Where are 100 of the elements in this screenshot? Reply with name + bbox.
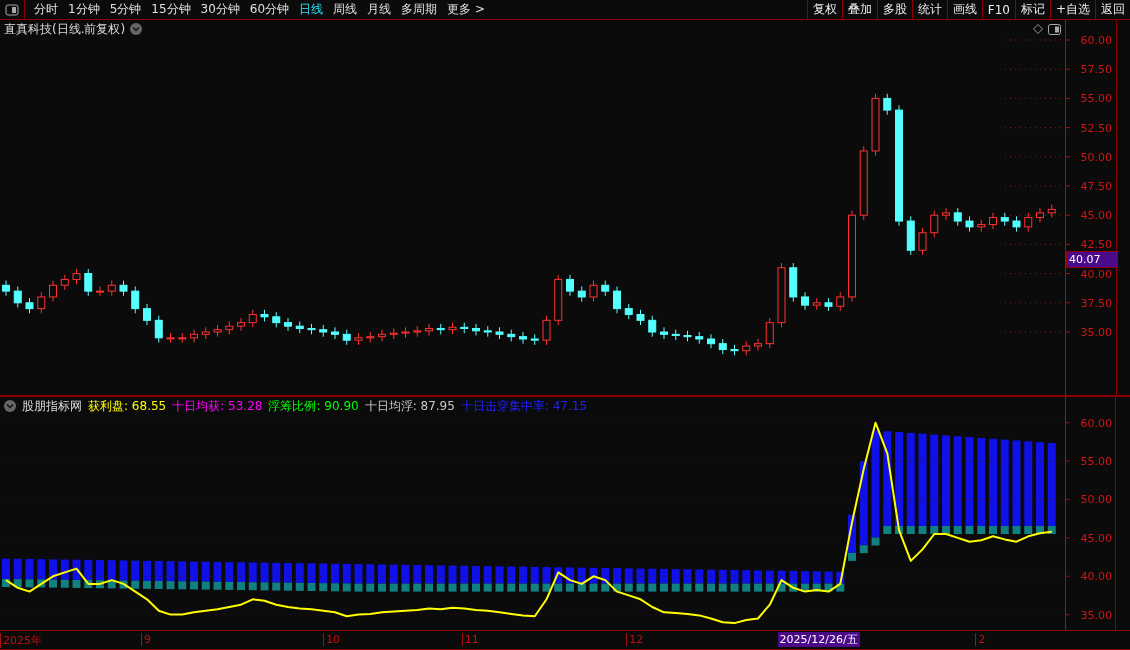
candlestick xyxy=(718,338,727,355)
period-tab[interactable]: 60分钟 xyxy=(244,1,295,18)
candlestick xyxy=(284,317,292,332)
toolbar-button[interactable]: 多股 xyxy=(876,0,912,19)
axis-label: 55.00 xyxy=(1080,92,1112,106)
candlestick xyxy=(472,323,480,336)
candlestick xyxy=(378,329,386,342)
candlestick xyxy=(671,329,680,341)
toolbar-button[interactable]: F10 xyxy=(981,0,1015,19)
candlestick xyxy=(624,303,633,320)
candlestick xyxy=(190,329,198,343)
candlestick xyxy=(72,268,81,285)
candlestick xyxy=(1000,212,1009,227)
toolbar-button[interactable]: 统计 xyxy=(911,0,947,19)
axis-label: 57.50 xyxy=(1080,63,1112,77)
period-tab[interactable]: 30分钟 xyxy=(195,1,245,18)
candlestick xyxy=(613,285,621,314)
axis-label: 47.50 xyxy=(1080,180,1112,193)
candlestick xyxy=(883,93,892,116)
axis-label: 40.00 xyxy=(1080,267,1112,281)
period-tab[interactable]: 月线 xyxy=(362,1,397,18)
candlestick xyxy=(871,93,880,157)
diamond-icon[interactable] xyxy=(1033,24,1043,34)
legend-value: 十日均获: 53.28 xyxy=(172,397,263,415)
dropdown-icon[interactable] xyxy=(4,400,16,412)
period-tab[interactable]: 多周期 xyxy=(396,1,443,18)
chart-title: 直真科技(日线.前复权) xyxy=(4,20,126,38)
candlestick xyxy=(389,328,398,340)
candlestick xyxy=(425,323,433,336)
toolbar-button[interactable]: 叠加 xyxy=(841,0,877,19)
candlestick xyxy=(742,340,751,356)
candlestick xyxy=(566,274,574,297)
axis-label: 50.00 xyxy=(1080,150,1112,164)
period-tab[interactable]: 周线 xyxy=(328,1,363,18)
period-tab[interactable]: 日线 xyxy=(294,1,329,18)
period-tab[interactable]: 1分钟 xyxy=(63,1,105,18)
legend-value: 获利盘: 68.55 xyxy=(88,397,167,415)
candlestick xyxy=(942,207,950,221)
axis-label: 50.00 xyxy=(1080,493,1112,507)
candlestick xyxy=(965,215,974,233)
period-tab[interactable]: 更多 > xyxy=(442,1,490,18)
axis-label: 60.00 xyxy=(1080,416,1112,430)
candlestick xyxy=(707,333,715,349)
toolbar-button[interactable]: 复权 xyxy=(806,0,842,19)
panel-toggle-icon[interactable] xyxy=(5,3,19,16)
toolbar-button[interactable]: 标记 xyxy=(1014,0,1050,19)
candlestick xyxy=(13,285,22,308)
date-label: 2025年 xyxy=(0,633,42,648)
candlestick xyxy=(413,325,422,338)
date-label: 9 xyxy=(141,633,151,646)
candlestick xyxy=(225,321,234,335)
candlestick xyxy=(812,297,821,311)
date-label: 2 xyxy=(975,633,986,646)
candlestick xyxy=(554,274,563,326)
candlestick xyxy=(918,227,927,256)
candlestick xyxy=(460,322,469,334)
candlestick xyxy=(695,331,704,345)
toolbar-button[interactable]: 返回 xyxy=(1095,0,1130,19)
candlestick xyxy=(777,262,786,328)
candlestick xyxy=(49,280,57,303)
axis-label: 35.00 xyxy=(1080,608,1112,622)
candlestick xyxy=(237,317,245,332)
cursor-date: 2025/12/26/五 xyxy=(777,632,860,647)
candlestick xyxy=(119,280,128,297)
axis-label: 52.50 xyxy=(1080,121,1112,135)
candlestick xyxy=(260,309,269,322)
candlestick xyxy=(765,317,774,349)
toolbar-button[interactable]: +自选 xyxy=(1049,0,1095,19)
period-tab[interactable]: 分时 xyxy=(29,1,63,18)
candlestick xyxy=(789,262,798,303)
candlestick xyxy=(1036,207,1044,223)
candlestick xyxy=(683,330,692,342)
dropdown-icon[interactable] xyxy=(130,23,143,35)
candlestick xyxy=(201,326,210,340)
legend-value: 十日击穿集中率: 47.15 xyxy=(460,397,588,415)
candlestick xyxy=(660,326,668,340)
candlestick xyxy=(730,344,739,356)
candlestick xyxy=(448,322,457,335)
period-tab[interactable]: 15分钟 xyxy=(146,1,196,18)
candlestick xyxy=(530,333,539,346)
candlestick xyxy=(25,297,34,314)
axis-label: 37.50 xyxy=(1080,296,1112,310)
date-label: 10 xyxy=(323,633,341,646)
panel-toggle-icon[interactable] xyxy=(1048,23,1061,35)
candlestick xyxy=(801,291,809,311)
axis-label: 42.50 xyxy=(1080,238,1112,252)
candlestick xyxy=(366,331,375,343)
candlestick xyxy=(1012,215,1021,233)
candlestick xyxy=(1024,212,1033,233)
candlestick xyxy=(436,323,445,335)
candlestick xyxy=(601,280,610,297)
candlestick xyxy=(906,215,915,256)
candlestick xyxy=(989,212,997,230)
toolbar-button[interactable]: 画线 xyxy=(946,0,982,19)
candlestick xyxy=(307,323,316,335)
period-tab[interactable]: 5分钟 xyxy=(104,1,147,18)
axis-label: 55.00 xyxy=(1080,455,1112,469)
candlestick xyxy=(589,280,598,303)
candlestick xyxy=(272,311,281,328)
candlestick xyxy=(354,332,363,346)
